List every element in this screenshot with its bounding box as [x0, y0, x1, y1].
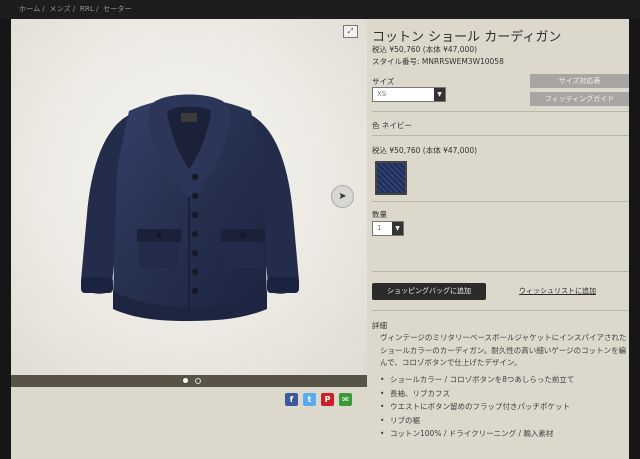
- product-title: コットン ショール カーディガン: [372, 30, 562, 45]
- add-to-wishlist-link[interactable]: ウィッシュリストに追加: [519, 286, 596, 296]
- breadcrumb-mens[interactable]: メンズ: [49, 5, 70, 13]
- twitter-icon[interactable]: t: [303, 393, 316, 406]
- divider: [372, 135, 629, 136]
- product-image[interactable]: ⤢ ➤: [11, 19, 367, 375]
- facebook-icon[interactable]: f: [285, 393, 298, 406]
- quantity-selected-value: 1: [377, 224, 382, 232]
- top-bar: ホーム / メンズ / RRL / セーター: [0, 0, 640, 19]
- divider: [372, 271, 629, 272]
- feature-list: ショールカラー / コロゾボタンを8つあしらった前立て 長袖、リブカフス ウエス…: [380, 373, 628, 441]
- divider: [372, 111, 629, 112]
- list-item: ウエストにボタン留めのフラップ付きパッチポケット: [380, 400, 628, 414]
- breadcrumb-sweaters[interactable]: セーター: [103, 5, 132, 13]
- breadcrumb-home[interactable]: ホーム: [19, 5, 40, 13]
- quantity-label: 数量: [372, 210, 387, 219]
- cardigan-illustration: [81, 94, 299, 321]
- breadcrumb-rrl[interactable]: RRL: [80, 5, 94, 13]
- color-label: 色 ネイビー: [372, 121, 412, 130]
- size-select[interactable]: XS ▼: [372, 87, 446, 102]
- style-number: スタイル番号: MNRRSWEM3W10058: [372, 57, 504, 66]
- size-chart-button[interactable]: サイズ対応表: [530, 74, 629, 88]
- fitting-guide-button[interactable]: フィッティングガイド: [530, 92, 629, 106]
- divider: [372, 310, 629, 311]
- breadcrumb-separator: /: [96, 5, 99, 13]
- email-icon[interactable]: ✉: [339, 393, 352, 406]
- expand-icon[interactable]: ⤢: [343, 25, 358, 38]
- divider: [372, 201, 629, 202]
- chevron-down-icon: ▼: [392, 222, 403, 235]
- product-price: 税込 ¥50,760 (本体 ¥47,000): [372, 45, 478, 54]
- breadcrumb-separator: /: [42, 5, 45, 13]
- gallery-dot-1[interactable]: [183, 378, 188, 383]
- list-item: コットン100% / ドライクリーニング / 輸入素材: [380, 427, 628, 441]
- details-label: 詳細: [372, 321, 387, 330]
- quantity-select[interactable]: 1 ▼: [372, 221, 404, 236]
- breadcrumb: ホーム / メンズ / RRL / セーター: [19, 4, 134, 14]
- gallery-dot-2[interactable]: [195, 378, 201, 384]
- list-item: ショールカラー / コロゾボタンを8つあしらった前立て: [380, 373, 628, 387]
- color-swatch-navy[interactable]: [375, 161, 407, 195]
- breadcrumb-separator: /: [72, 5, 76, 13]
- list-item: リブの裾: [380, 414, 628, 428]
- gallery-pagination: [11, 375, 367, 387]
- color-price: 税込 ¥50,760 (本体 ¥47,000): [372, 146, 478, 155]
- pinterest-icon[interactable]: P: [321, 393, 334, 406]
- size-selected-value: XS: [377, 90, 387, 98]
- product-page: ⤢ ➤ f t P ✉ コットン ショール カーディガン 税込 ¥50,760 …: [11, 19, 629, 459]
- add-to-bag-button[interactable]: ショッピングバッグに追加: [372, 283, 486, 300]
- size-label: サイズ: [372, 77, 395, 86]
- product-description: ヴィンテージのミリタリーベースボールジャケットにインスパイアされたショールカラー…: [380, 333, 627, 367]
- chevron-down-icon: ▼: [434, 88, 445, 101]
- list-item: 長袖、リブカフス: [380, 387, 628, 401]
- arrow-right-icon[interactable]: ➤: [331, 185, 354, 208]
